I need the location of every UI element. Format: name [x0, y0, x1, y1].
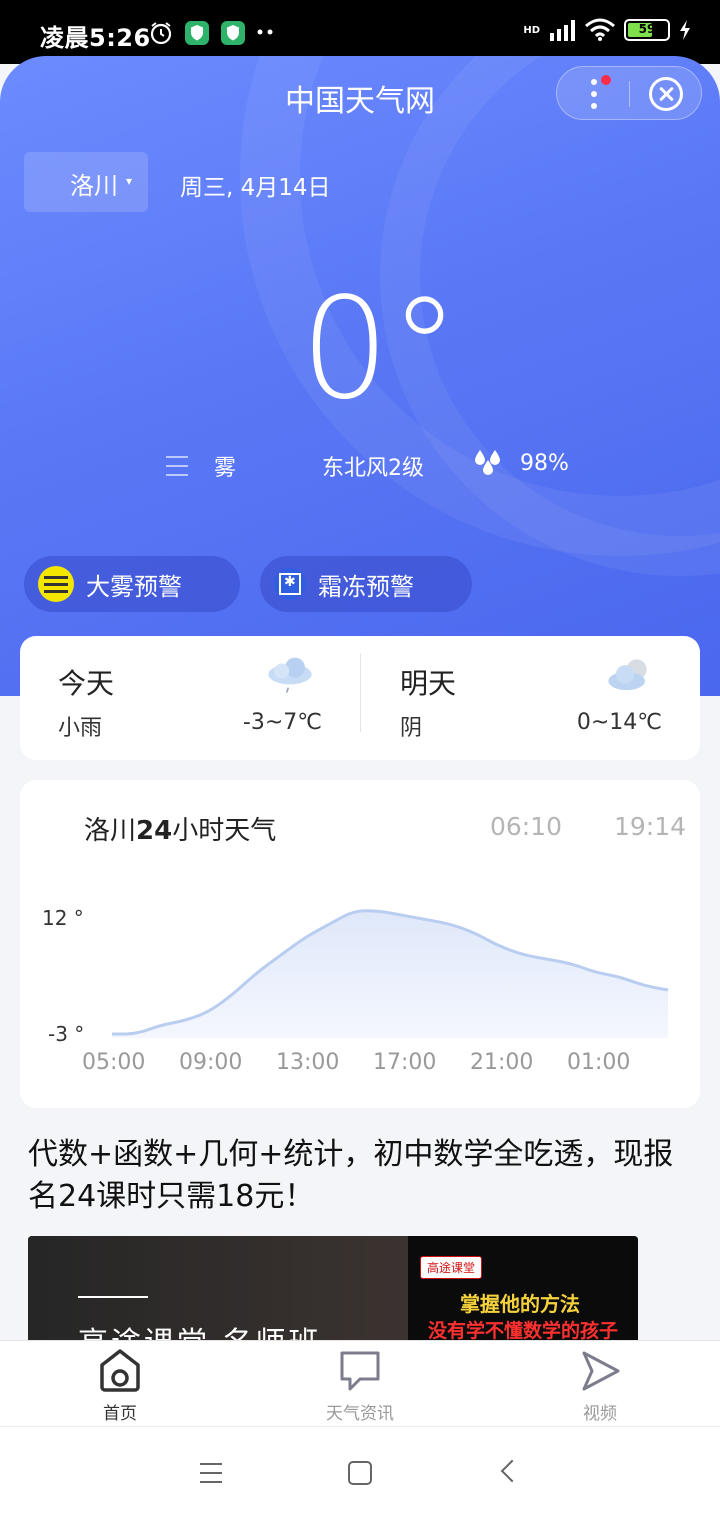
more-notifications-icon: [257, 29, 273, 35]
humidity-text: 98%: [520, 450, 569, 476]
notification-dot: [601, 75, 611, 85]
more-menu-icon[interactable]: [591, 79, 599, 109]
alarm-icon: [150, 22, 172, 45]
hourly-forecast-card: 洛川24小时天气 06:10 19:14 12 ° -3 ° 05:00 09:…: [20, 780, 700, 1108]
temperature-value: 0°: [300, 268, 460, 431]
day-desc: 小雨: [58, 716, 103, 741]
current-temperature: 0°: [0, 280, 720, 420]
signal-icon: [550, 20, 575, 41]
ad-banner-right: 高途课堂 掌握他的方法 没有学不懂数学的孩子: [408, 1236, 638, 1346]
shield-app-icon: [185, 21, 209, 45]
system-nav-bar: [0, 1426, 720, 1520]
bottom-tab-bar: 首页 天气资讯 视频: [0, 1340, 720, 1426]
humidity-item: 98%: [472, 448, 569, 478]
day-desc: 阴: [400, 716, 423, 741]
chevron-down-icon: ▾: [126, 174, 133, 188]
city-name: 洛川: [70, 172, 118, 200]
wind-item: 东北风2级: [322, 450, 424, 482]
home-nav-icon[interactable]: [348, 1461, 372, 1485]
temperature-chart: [112, 909, 669, 1038]
ad-slogan-1: 掌握他的方法: [460, 1292, 580, 1316]
send-play-icon: [582, 1351, 620, 1391]
light-rain-icon: [268, 657, 312, 693]
fog-warning-icon: [38, 566, 74, 602]
current-date: 周三, 4月14日: [180, 175, 331, 201]
wifi-icon: [585, 18, 615, 41]
close-icon[interactable]: [649, 77, 683, 111]
alert-label: 霜冻预警: [318, 572, 414, 601]
tab-weather-news[interactable]: 天气资讯: [240, 1341, 480, 1427]
capsule-divider: [629, 81, 630, 107]
condition-item: 雾: [166, 450, 236, 482]
mini-program-capsule: [556, 66, 702, 120]
fog-icon: [166, 456, 188, 476]
condition-text: 雾: [214, 456, 237, 481]
forecast-card: 今天 小雨 -3~7℃ 明天 阴 0~14℃: [20, 636, 700, 760]
tab-label: 视频: [583, 1404, 617, 1424]
back-icon[interactable]: [500, 1459, 524, 1483]
wind-text: 东北风2级: [322, 456, 424, 481]
tab-home[interactable]: 首页: [0, 1341, 240, 1427]
forecast-tomorrow[interactable]: 明天 阴 0~14℃: [360, 636, 700, 760]
shield-app-icon-2: [221, 21, 245, 45]
ad-slogan-2: 没有学不懂数学的孩子: [428, 1320, 619, 1342]
home-icon: [100, 1349, 140, 1392]
chat-bubble-icon: [340, 1351, 380, 1391]
day-range: -3~7℃: [242, 710, 322, 735]
forecast-today[interactable]: 今天 小雨 -3~7℃: [20, 636, 360, 760]
city-selector[interactable]: 洛川 ▾: [24, 152, 148, 212]
status-right: HD 59: [523, 18, 692, 42]
temperature-area: [112, 910, 668, 1038]
day-range: 0~14℃: [576, 710, 662, 735]
ad-banner[interactable]: 高途课堂 名师班 高途课堂 掌握他的方法 没有学不懂数学的孩子: [28, 1236, 638, 1346]
overcast-icon: [608, 659, 647, 691]
tab-video[interactable]: 视频: [480, 1341, 720, 1427]
day-label: 今天: [58, 667, 115, 700]
humidity-drops-icon: [475, 450, 500, 475]
hd-badge: HD: [523, 24, 540, 36]
frost-warning-icon: [274, 568, 306, 600]
fog-alert-chip[interactable]: 大雾预警: [24, 556, 240, 612]
status-bar: 凌晨5:26 HD 59: [0, 0, 720, 64]
ad-brand-tag: 高途课堂: [420, 1256, 483, 1279]
charging-icon: [680, 20, 690, 40]
alert-label: 大雾预警: [86, 572, 182, 601]
day-label: 明天: [400, 667, 457, 700]
battery-icon: 59: [624, 19, 670, 41]
recent-apps-icon[interactable]: [200, 1463, 222, 1483]
tab-label: 天气资讯: [326, 1404, 394, 1424]
status-time: 凌晨5:26: [40, 24, 151, 52]
ad-banner-rule: [78, 1296, 148, 1298]
tab-label: 首页: [103, 1404, 137, 1424]
battery-level: 59: [638, 22, 656, 36]
ad-headline[interactable]: 代数+函数+几何+统计，初中数学全吃透，现报名24课时只需18元！: [28, 1134, 692, 1218]
frost-alert-chip[interactable]: 霜冻预警: [260, 556, 472, 612]
weather-alerts: 大雾预警 霜冻预警: [24, 556, 472, 612]
